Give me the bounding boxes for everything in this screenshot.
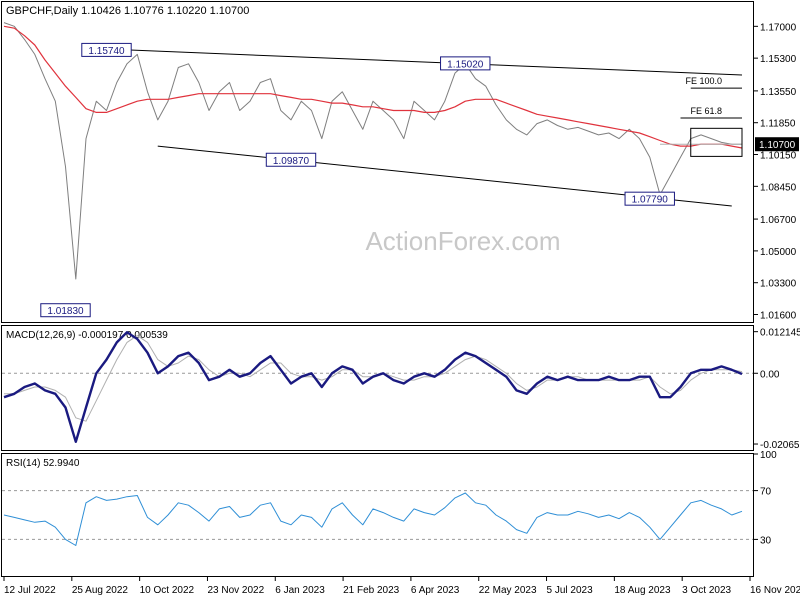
rsi-panel: RSI(14) 52.9940 100 70 30 xyxy=(1,450,777,577)
price-y-tick-label: 1.06700 xyxy=(760,215,797,226)
macd-y-tick-label: 0.00 xyxy=(760,369,780,380)
forex-chart: GBPCHF,Daily 1.10426 1.10776 1.10220 1.1… xyxy=(1,1,800,596)
x-tick-label: 6 Apr 2023 xyxy=(411,585,460,596)
x-tick-label: 23 Nov 2022 xyxy=(207,585,264,596)
x-tick-label: 21 Feb 2023 xyxy=(343,585,400,596)
price-annotation-label: 1.15740 xyxy=(88,46,125,57)
price-annotation: 1.01830 xyxy=(40,303,91,318)
current-price-label: 1.10700 xyxy=(759,140,796,151)
price-y-tick-label: 1.03300 xyxy=(760,279,797,290)
price-y-tick-label: 1.11850 xyxy=(760,119,796,130)
price-annotation-label: 1.01830 xyxy=(47,306,84,317)
rsi-y-tick-label: 70 xyxy=(760,487,772,498)
price-y-axis: 1.17000 1.15300 1.13550 1.11850 1.10150 1.084… xyxy=(754,22,797,322)
price-annotation-label: 1.15020 xyxy=(447,59,484,70)
watermark: ActionForex.com xyxy=(365,226,560,256)
x-tick-label: 25 Aug 2022 xyxy=(72,585,129,596)
macd-panel: MACD(12,26,9) -0.000197 0.000539 0.01214… xyxy=(1,325,800,451)
rsi-y-axis: 100 70 30 xyxy=(754,450,777,546)
price-y-tick-label: 1.10150 xyxy=(760,151,797,162)
rsi-header: RSI(14) 52.9940 xyxy=(6,458,80,469)
price-y-tick-label: 1.13550 xyxy=(760,87,797,98)
price-annotation-label: 1.07790 xyxy=(632,195,669,206)
price-annotation: 1.15020 xyxy=(440,56,491,70)
x-tick-label: 16 Nov 2023 xyxy=(750,585,800,596)
x-axis: 12 Jul 2022 25 Aug 2022 10 Oct 2022 23 Nov … xyxy=(3,577,800,596)
price-annotation-label: 1.09870 xyxy=(273,156,310,167)
x-tick-label: 5 Jul 2023 xyxy=(547,585,594,596)
macd-y-tick-label: 0.012145 xyxy=(760,328,800,339)
x-tick-label: 3 Oct 2023 xyxy=(682,585,731,596)
rsi-y-tick-label: 30 xyxy=(760,535,772,546)
price-y-tick-label: 1.17000 xyxy=(760,22,797,33)
x-tick-label: 22 May 2023 xyxy=(479,585,537,596)
rsi-panel-frame xyxy=(1,453,754,577)
price-annotation: 1.15740 xyxy=(81,42,132,57)
x-tick-label: 12 Jul 2022 xyxy=(4,585,56,596)
price-y-tick-label: 1.01600 xyxy=(760,311,797,322)
price-y-tick-label: 1.08450 xyxy=(760,182,797,193)
x-tick-label: 18 Aug 2023 xyxy=(614,585,671,596)
price-y-tick-label: 1.15300 xyxy=(760,54,797,65)
x-tick-label: 10 Oct 2022 xyxy=(140,585,195,596)
x-tick-label: 6 Jan 2023 xyxy=(275,585,325,596)
price-y-tick-label: 1.05000 xyxy=(760,247,797,258)
price-panel: GBPCHF,Daily 1.10426 1.10776 1.10220 1.1… xyxy=(1,1,799,323)
price-annotation: 1.07790 xyxy=(624,191,675,206)
price-header: GBPCHF,Daily 1.10426 1.10776 1.10220 1.1… xyxy=(6,5,249,17)
macd-header: MACD(12,26,9) -0.000197 0.000539 xyxy=(6,330,168,341)
macd-y-axis: 0.0121450.00-0.020656 xyxy=(754,328,800,451)
fe-level-label: FE 100.0 xyxy=(685,76,722,86)
price-annotation: 1.09870 xyxy=(265,152,317,167)
fe-level-label: FE 61.8 xyxy=(690,106,722,116)
rsi-y-tick-label: 100 xyxy=(760,450,777,461)
